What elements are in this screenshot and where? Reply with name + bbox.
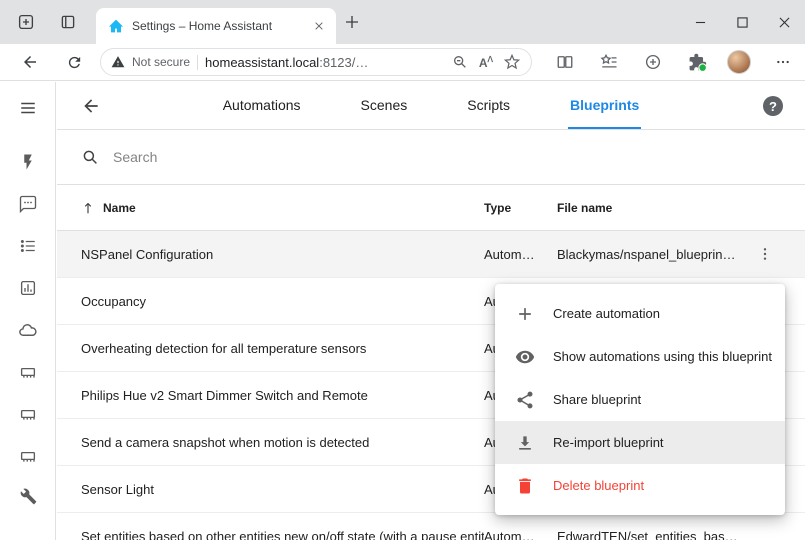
- row-file: EdwardTEN/set_entities_bas…: [557, 529, 757, 540]
- sidebar-hardware-icon-2[interactable]: [18, 404, 38, 424]
- table-header: Name Type File name: [57, 185, 805, 231]
- tab-scenes[interactable]: Scenes: [359, 82, 410, 129]
- sidebar-cloud-icon[interactable]: [18, 320, 38, 340]
- url-path: :8123/…: [319, 55, 368, 70]
- row-file: Blackymas/nspanel_blueprin…: [557, 247, 757, 262]
- menu-item-create-automation[interactable]: Create automation: [495, 292, 785, 335]
- tab-close-icon[interactable]: [310, 17, 328, 35]
- tab-actions-icon[interactable]: [58, 12, 78, 32]
- back-icon[interactable]: [20, 52, 40, 72]
- row-name: Philips Hue v2 Smart Dimmer Switch and R…: [81, 388, 484, 403]
- sidebar-assist-icon[interactable]: [18, 194, 38, 214]
- favorite-star-icon[interactable]: [503, 53, 521, 71]
- sidebar-menu-icon[interactable]: [18, 98, 38, 118]
- sidebar-energy-icon[interactable]: [18, 152, 38, 172]
- minimize-button[interactable]: [679, 0, 721, 44]
- blueprint-context-menu: Create automation Show automations using…: [495, 284, 785, 515]
- row-type: Autom…: [484, 247, 557, 262]
- search-bar: [57, 130, 805, 185]
- window-controls: [679, 0, 805, 44]
- plus-icon: [515, 304, 535, 324]
- row-name: Set entities based on other entities new…: [81, 529, 484, 540]
- address-divider: [197, 55, 198, 70]
- profile-avatar[interactable]: [727, 50, 751, 74]
- not-secure-warning-icon: [111, 55, 125, 69]
- favorites-bar-icon[interactable]: [599, 52, 619, 72]
- row-name: Sensor Light: [81, 482, 484, 497]
- tab-title: Settings – Home Assistant: [132, 19, 302, 33]
- table-row[interactable]: Set entities based on other entities new…: [57, 513, 805, 540]
- row-overflow-menu-icon[interactable]: [755, 244, 775, 264]
- read-aloud-icon[interactable]: Aᐱ: [479, 55, 493, 70]
- sidebar-developer-tools-icon[interactable]: [18, 486, 38, 506]
- eye-icon: [515, 347, 535, 367]
- browser-toolbar: Not secure homeassistant.local:8123/… Aᐱ: [0, 44, 805, 81]
- zoom-out-icon[interactable]: [451, 53, 469, 71]
- split-screen-icon[interactable]: [555, 52, 575, 72]
- tab-automations[interactable]: Automations: [221, 82, 303, 129]
- tab-scripts[interactable]: Scripts: [465, 82, 512, 129]
- browser-titlebar: Settings – Home Assistant: [0, 0, 805, 44]
- menu-item-share-blueprint[interactable]: Share blueprint: [495, 378, 785, 421]
- new-tab-button[interactable]: [344, 14, 360, 30]
- menu-item-reimport-blueprint[interactable]: Re-import blueprint: [495, 421, 785, 464]
- workspaces-icon[interactable]: [16, 12, 36, 32]
- row-name: NSPanel Configuration: [81, 247, 484, 262]
- home-assistant-favicon: [108, 18, 124, 34]
- column-header-name[interactable]: Name: [81, 201, 484, 215]
- extensions-icon[interactable]: [687, 52, 707, 72]
- row-name: Send a camera snapshot when motion is de…: [81, 435, 484, 450]
- sort-ascending-icon[interactable]: [81, 201, 95, 215]
- column-header-file[interactable]: File name: [557, 201, 757, 215]
- search-icon: [81, 148, 99, 166]
- settings-menu-icon[interactable]: [773, 52, 793, 72]
- refresh-icon[interactable]: [64, 52, 84, 72]
- search-input[interactable]: [113, 149, 413, 165]
- tab-blueprints[interactable]: Blueprints: [568, 82, 641, 129]
- help-icon[interactable]: ?: [763, 96, 783, 116]
- sidebar-todo-list-icon[interactable]: [18, 236, 38, 256]
- url-host: homeassistant.local: [205, 55, 319, 70]
- share-icon: [515, 390, 535, 410]
- import-download-icon: [515, 433, 535, 453]
- collections-icon[interactable]: [643, 52, 663, 72]
- maximize-button[interactable]: [721, 0, 763, 44]
- ha-header: Automations Scenes Scripts Blueprints ?: [57, 82, 805, 130]
- table-row[interactable]: NSPanel Configuration Autom… Blackymas/n…: [57, 231, 805, 278]
- sidebar-history-icon[interactable]: [18, 278, 38, 298]
- row-name: Occupancy: [81, 294, 484, 309]
- ha-tab-bar: Automations Scenes Scripts Blueprints: [57, 82, 805, 129]
- security-label[interactable]: Not secure: [132, 55, 190, 69]
- row-name: Overheating detection for all temperatur…: [81, 341, 484, 356]
- sidebar-hardware-icon-1[interactable]: [18, 362, 38, 382]
- ha-sidebar: [0, 82, 56, 540]
- browser-tab[interactable]: Settings – Home Assistant: [96, 8, 336, 44]
- close-window-button[interactable]: [763, 0, 805, 44]
- menu-item-delete-blueprint[interactable]: Delete blueprint: [495, 464, 785, 507]
- trash-icon: [515, 476, 535, 496]
- row-type: Autom…: [484, 529, 557, 540]
- url-text[interactable]: homeassistant.local:8123/…: [205, 55, 368, 70]
- menu-item-show-automations[interactable]: Show automations using this blueprint: [495, 335, 785, 378]
- sidebar-hardware-icon-3[interactable]: [18, 446, 38, 466]
- browser-window: Settings – Home Assistant: [0, 0, 805, 540]
- address-bar[interactable]: Not secure homeassistant.local:8123/… Aᐱ: [100, 48, 532, 76]
- column-header-type[interactable]: Type: [484, 201, 557, 215]
